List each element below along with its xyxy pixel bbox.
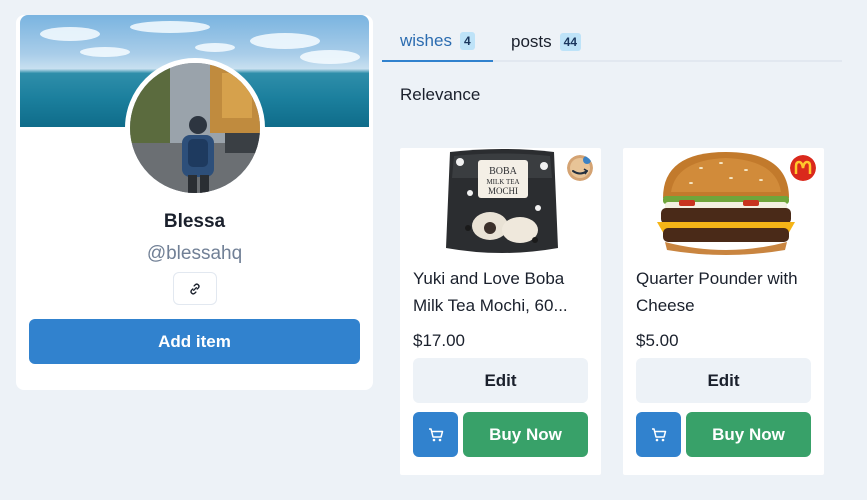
mochi-package-image: BOBA MILK TEA MOCHI xyxy=(446,149,558,253)
svg-text:BOBA: BOBA xyxy=(489,166,518,177)
tab-count-badge: 4 xyxy=(459,32,475,50)
svg-text:MILK TEA: MILK TEA xyxy=(486,178,519,186)
add-to-cart-button[interactable] xyxy=(636,412,681,457)
add-to-cart-button[interactable] xyxy=(413,412,458,457)
tab-label: posts xyxy=(511,32,552,51)
cart-icon xyxy=(428,427,443,441)
profile-card: Blessa @blessahq Add item xyxy=(16,15,373,390)
buy-now-button[interactable]: Buy Now xyxy=(463,412,588,457)
avatar[interactable] xyxy=(125,58,265,198)
amazon-logo xyxy=(567,155,593,181)
profile-name: Blessa xyxy=(163,211,226,232)
sort-selector[interactable]: Relevance xyxy=(400,85,480,105)
cart-icon xyxy=(651,427,666,441)
link-icon xyxy=(190,283,200,294)
product-title[interactable]: Quarter Pounder with Cheese xyxy=(636,265,814,319)
tab-count-badge: 44 xyxy=(559,33,581,51)
product-card[interactable]: BOBA MILK TEA MOCHI Yuki and Love Boba M… xyxy=(400,148,601,475)
buy-now-button[interactable]: Buy Now xyxy=(686,412,811,457)
profile-handle: @blessahq xyxy=(146,243,243,264)
copy-link-button[interactable] xyxy=(173,272,217,305)
product-card[interactable]: Quarter Pounder with Cheese $5.00 Edit B… xyxy=(623,148,824,475)
edit-button[interactable]: Edit xyxy=(636,358,811,403)
mcdonalds-logo xyxy=(790,155,816,181)
product-price: $5.00 xyxy=(636,331,679,350)
edit-button[interactable]: Edit xyxy=(413,358,588,403)
tab-bar: wishes 4 posts 44 xyxy=(382,22,842,62)
tab-wishes[interactable]: wishes 4 xyxy=(382,22,493,62)
tab-label: wishes xyxy=(400,31,452,50)
add-item-button[interactable]: Add item xyxy=(29,319,360,364)
burger-image xyxy=(657,152,795,255)
product-price: $17.00 xyxy=(413,331,465,350)
tab-posts[interactable]: posts 44 xyxy=(493,22,599,62)
svg-text:MOCHI: MOCHI xyxy=(488,186,518,196)
product-title[interactable]: Yuki and Love Boba Milk Tea Mochi, 60... xyxy=(413,265,591,319)
